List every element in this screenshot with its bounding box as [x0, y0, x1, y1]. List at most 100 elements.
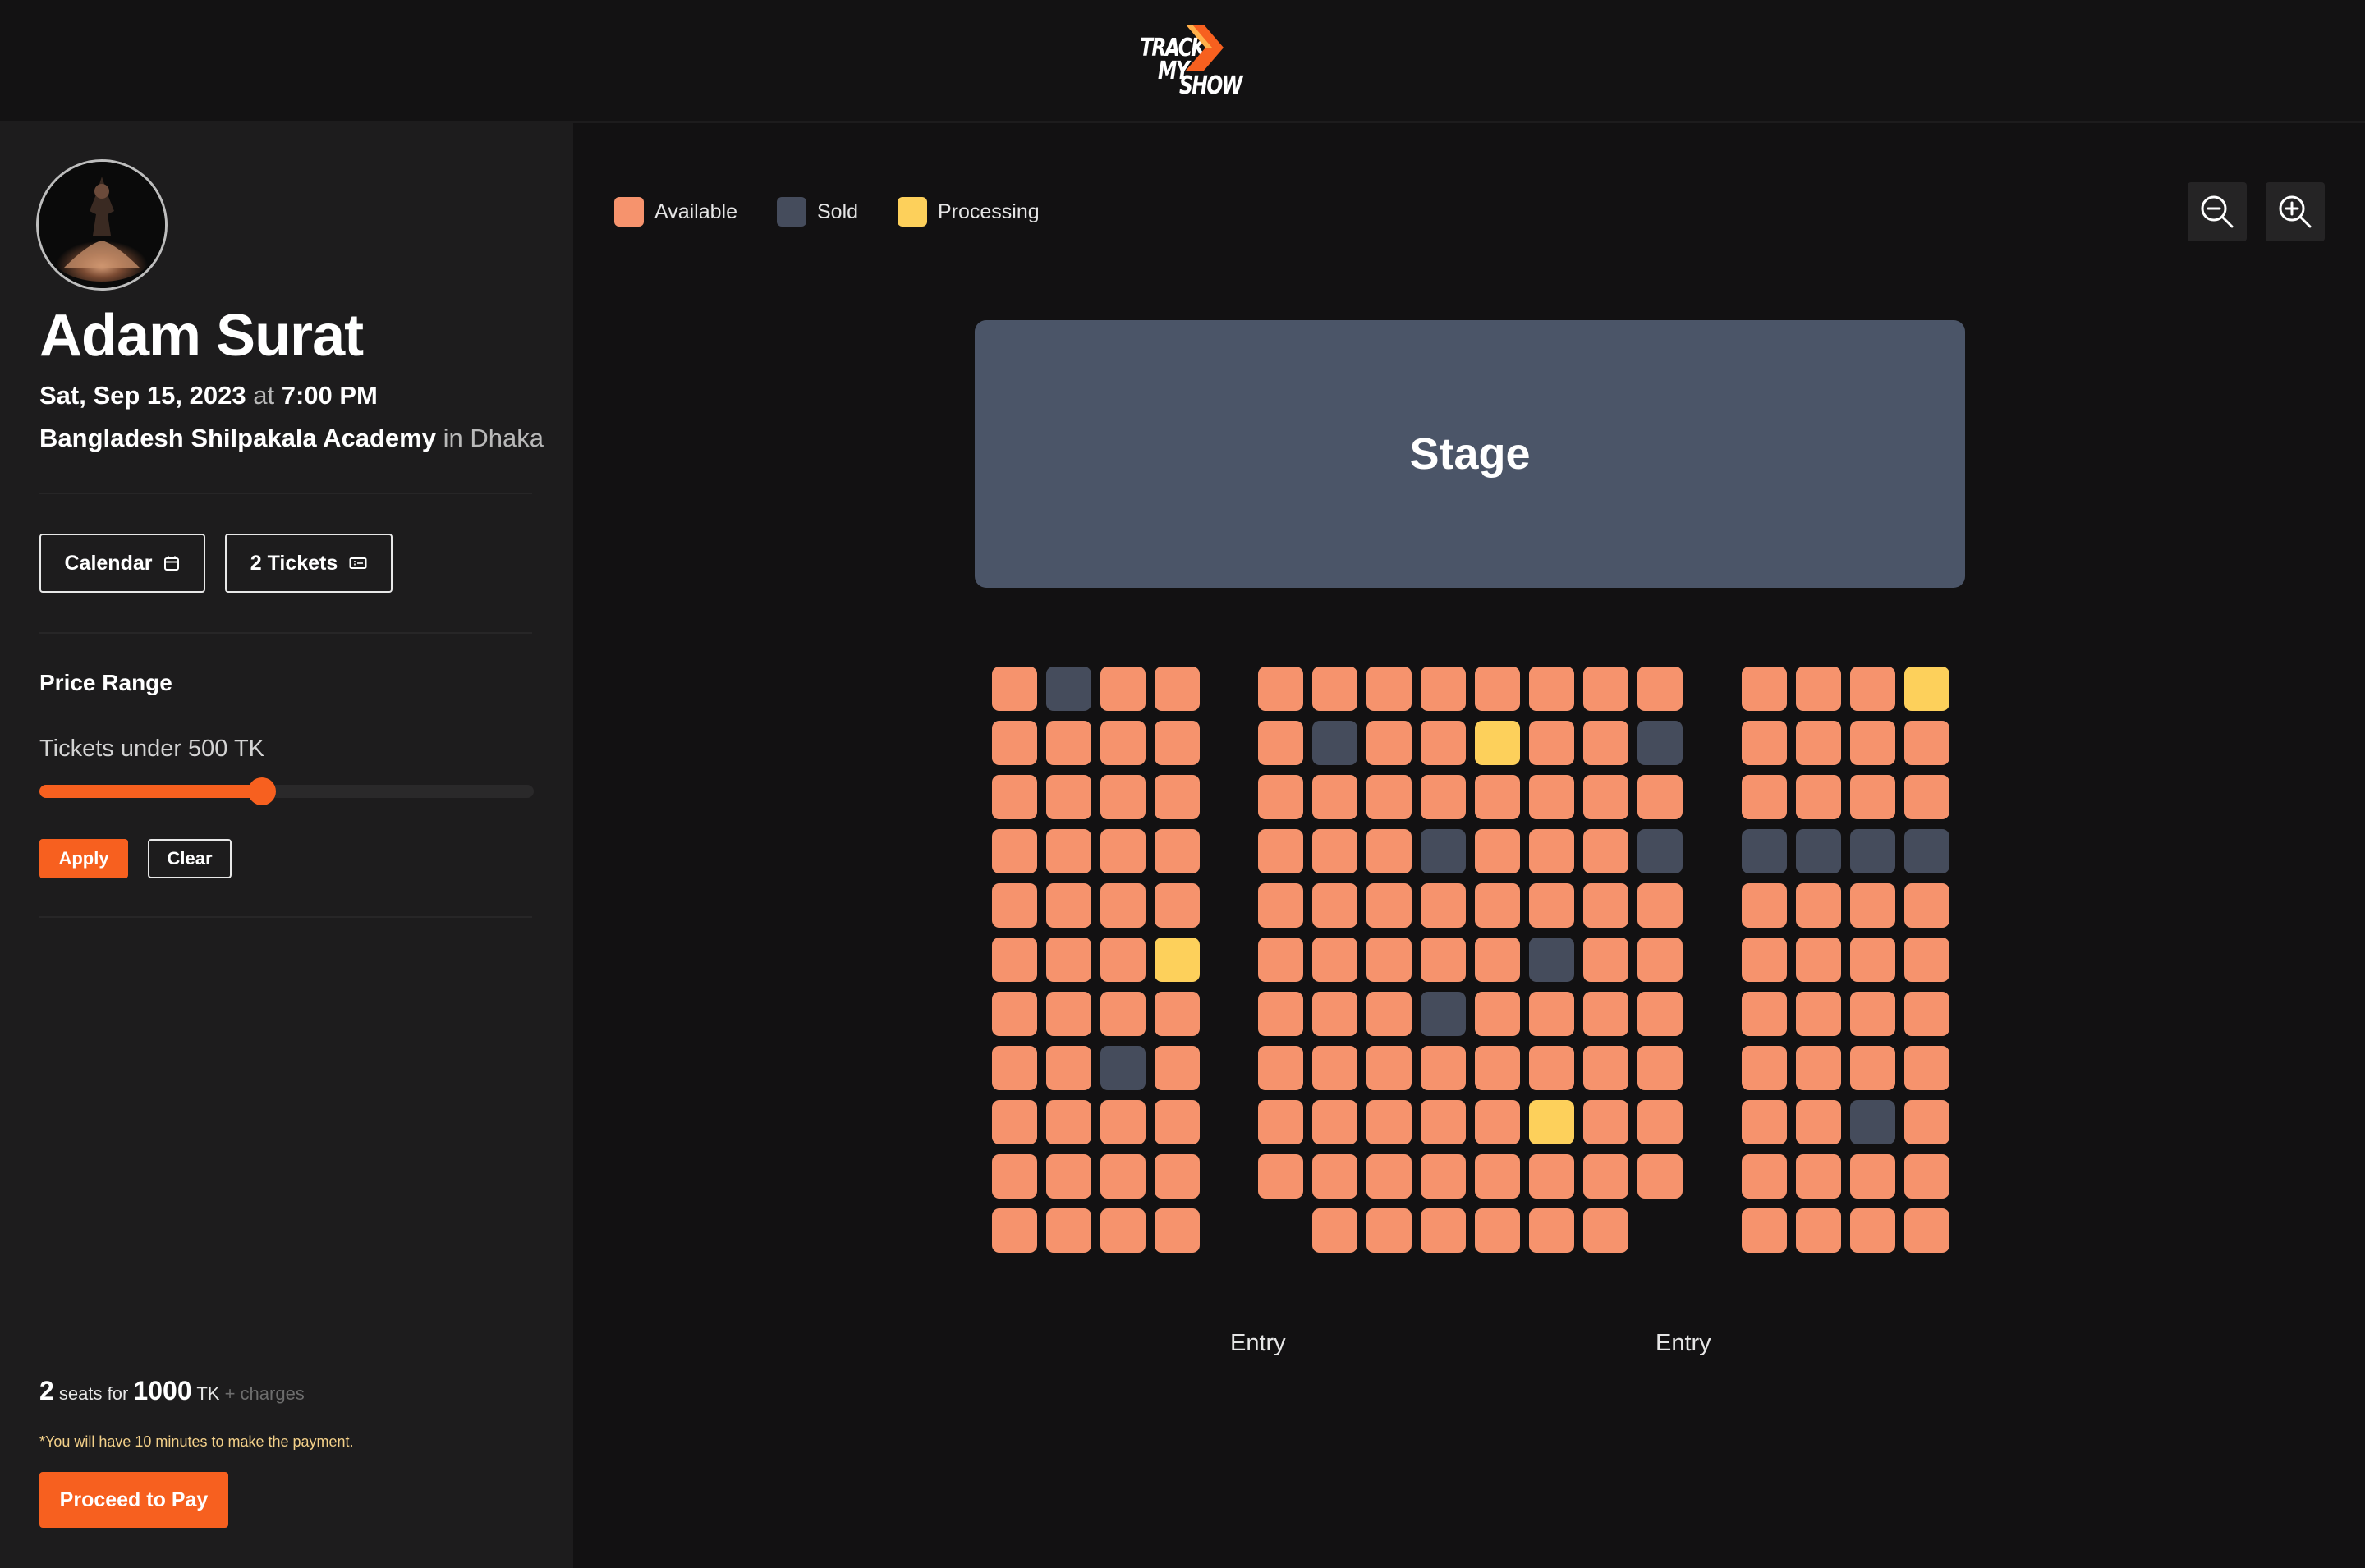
seat-available[interactable]: [1583, 1046, 1628, 1090]
seat-available[interactable]: [1366, 938, 1412, 982]
seat-available[interactable]: [1529, 992, 1574, 1036]
seat-available[interactable]: [1421, 775, 1466, 819]
seat-available[interactable]: [1475, 1046, 1520, 1090]
seat-available[interactable]: [1100, 1208, 1146, 1253]
zoom-in-button[interactable]: [2266, 182, 2325, 241]
seat-available[interactable]: [1366, 1208, 1412, 1253]
seat-available[interactable]: [1100, 775, 1146, 819]
seat-available[interactable]: [1583, 1208, 1628, 1253]
seat-available[interactable]: [1100, 992, 1146, 1036]
seat-available[interactable]: [1421, 721, 1466, 765]
seat-available[interactable]: [1583, 1100, 1628, 1144]
proceed-to-pay-button[interactable]: Proceed to Pay: [39, 1472, 228, 1528]
seat-available[interactable]: [1529, 1154, 1574, 1199]
seat-available[interactable]: [1904, 775, 1949, 819]
seat-available[interactable]: [1796, 775, 1841, 819]
seat-available[interactable]: [1637, 938, 1683, 982]
seat-available[interactable]: [1637, 992, 1683, 1036]
seat-available[interactable]: [1312, 1046, 1357, 1090]
seat-available[interactable]: [1366, 667, 1412, 711]
seat-available[interactable]: [1583, 883, 1628, 928]
seat-available[interactable]: [1637, 775, 1683, 819]
seat-available[interactable]: [1155, 992, 1200, 1036]
seat-available[interactable]: [1312, 775, 1357, 819]
seat-available[interactable]: [992, 938, 1037, 982]
seat-available[interactable]: [1046, 1046, 1091, 1090]
seat-available[interactable]: [1529, 721, 1574, 765]
seat-available[interactable]: [1312, 883, 1357, 928]
seat-available[interactable]: [1742, 992, 1787, 1036]
seat-available[interactable]: [1475, 829, 1520, 873]
seat-available[interactable]: [992, 721, 1037, 765]
seat-available[interactable]: [1475, 667, 1520, 711]
seat-available[interactable]: [1850, 938, 1895, 982]
seat-available[interactable]: [1475, 1154, 1520, 1199]
seat-available[interactable]: [1421, 1154, 1466, 1199]
seat-available[interactable]: [1742, 1046, 1787, 1090]
seat-available[interactable]: [1258, 775, 1303, 819]
seat-available[interactable]: [1366, 1100, 1412, 1144]
seat-available[interactable]: [992, 992, 1037, 1036]
seat-available[interactable]: [1155, 775, 1200, 819]
seat-available[interactable]: [1258, 938, 1303, 982]
seat-available[interactable]: [1529, 829, 1574, 873]
seat-available[interactable]: [1904, 1100, 1949, 1144]
seat-available[interactable]: [1155, 829, 1200, 873]
seat-available[interactable]: [1475, 775, 1520, 819]
seat-available[interactable]: [1258, 1154, 1303, 1199]
seat-available[interactable]: [1258, 883, 1303, 928]
zoom-out-button[interactable]: [2188, 182, 2247, 241]
price-slider[interactable]: [39, 777, 534, 805]
seat-available[interactable]: [1583, 1154, 1628, 1199]
seat-available[interactable]: [1904, 938, 1949, 982]
seat-available[interactable]: [1312, 992, 1357, 1036]
seat-available[interactable]: [992, 775, 1037, 819]
seat-available[interactable]: [1796, 992, 1841, 1036]
seat-available[interactable]: [1100, 938, 1146, 982]
apply-button[interactable]: Apply: [39, 839, 128, 878]
seat-available[interactable]: [1742, 775, 1787, 819]
seat-available[interactable]: [1155, 1046, 1200, 1090]
seat-available[interactable]: [1904, 883, 1949, 928]
seat-available[interactable]: [1100, 1154, 1146, 1199]
seat-available[interactable]: [1529, 775, 1574, 819]
seat-available[interactable]: [1796, 883, 1841, 928]
seat-available[interactable]: [1155, 667, 1200, 711]
seat-available[interactable]: [1796, 1154, 1841, 1199]
seat-available[interactable]: [1475, 1208, 1520, 1253]
seat-available[interactable]: [1258, 721, 1303, 765]
seat-available[interactable]: [1742, 1208, 1787, 1253]
seat-available[interactable]: [1637, 1100, 1683, 1144]
seat-available[interactable]: [1155, 1154, 1200, 1199]
seat-available[interactable]: [992, 1046, 1037, 1090]
seat-available[interactable]: [1529, 1046, 1574, 1090]
seat-available[interactable]: [1583, 667, 1628, 711]
seat-available[interactable]: [992, 829, 1037, 873]
seat-available[interactable]: [1421, 1208, 1466, 1253]
seat-available[interactable]: [1850, 992, 1895, 1036]
seat-available[interactable]: [1046, 938, 1091, 982]
seat-available[interactable]: [992, 1154, 1037, 1199]
seat-available[interactable]: [1100, 1100, 1146, 1144]
seat-available[interactable]: [1796, 1208, 1841, 1253]
price-slider-handle[interactable]: [247, 777, 276, 805]
seat-available[interactable]: [1637, 1046, 1683, 1090]
seat-available[interactable]: [1258, 829, 1303, 873]
seat-available[interactable]: [1258, 1100, 1303, 1144]
seat-available[interactable]: [1155, 883, 1200, 928]
seat-available[interactable]: [1100, 721, 1146, 765]
seat-available[interactable]: [1155, 1100, 1200, 1144]
seat-available[interactable]: [1850, 721, 1895, 765]
seat-available[interactable]: [992, 1208, 1037, 1253]
seat-available[interactable]: [1046, 883, 1091, 928]
seat-available[interactable]: [1583, 938, 1628, 982]
seat-available[interactable]: [992, 1100, 1037, 1144]
clear-button[interactable]: Clear: [148, 839, 232, 878]
seat-available[interactable]: [1046, 1100, 1091, 1144]
seat-available[interactable]: [1475, 992, 1520, 1036]
seat-available[interactable]: [992, 667, 1037, 711]
seat-available[interactable]: [1312, 938, 1357, 982]
seat-available[interactable]: [1742, 1100, 1787, 1144]
seat-available[interactable]: [1421, 883, 1466, 928]
seat-available[interactable]: [1475, 883, 1520, 928]
